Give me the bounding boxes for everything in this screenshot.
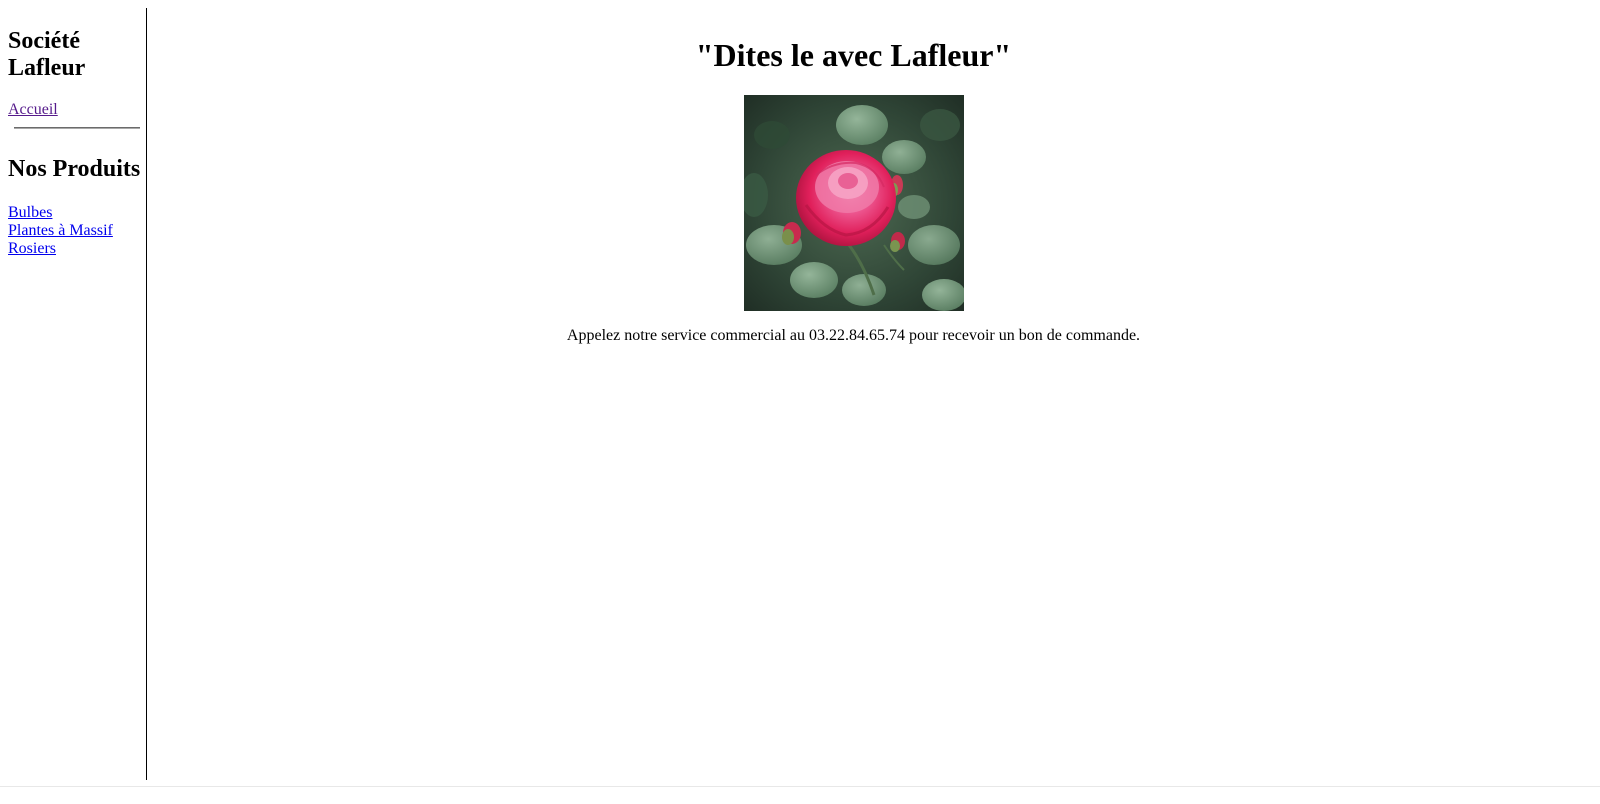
product-list-item: Plantes à Massif bbox=[8, 222, 113, 240]
sidebar-divider bbox=[14, 127, 140, 129]
products-heading: Nos Produits bbox=[8, 156, 141, 182]
rose-image bbox=[744, 95, 964, 311]
slogan-heading: "Dites le avec Lafleur" bbox=[695, 37, 1012, 73]
product-list: Bulbes Plantes à Massif Rosiers bbox=[8, 204, 113, 258]
product-link-plantes-a-massif[interactable]: Plantes à Massif bbox=[8, 222, 113, 239]
product-list-item: Bulbes bbox=[8, 204, 113, 222]
site-title: Société Lafleur bbox=[8, 28, 86, 81]
page: Société Lafleur Accueil Nos Produits Bul… bbox=[0, 0, 1600, 804]
sidebar: Société Lafleur Accueil Nos Produits Bul… bbox=[0, 8, 147, 780]
product-link-bulbes[interactable]: Bulbes bbox=[8, 204, 52, 221]
contact-text: Appelez notre service commercial au 03.2… bbox=[566, 327, 1141, 344]
product-list-item: Rosiers bbox=[8, 240, 113, 258]
bottom-edge bbox=[0, 786, 1600, 804]
product-link-rosiers[interactable]: Rosiers bbox=[8, 240, 56, 257]
home-link[interactable]: Accueil bbox=[8, 101, 58, 119]
main-content: "Dites le avec Lafleur" Appelez notre se… bbox=[147, 0, 1560, 790]
